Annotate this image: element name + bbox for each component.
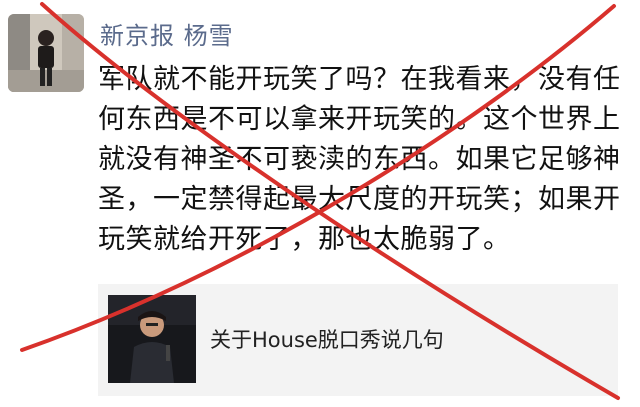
post-text-line: 就没有神圣不可亵渎的东西。如果它足够神: [98, 144, 621, 175]
shared-link-card[interactable]: 关于House脱口秀说几句: [98, 284, 618, 396]
link-title[interactable]: 关于House脱口秀说几句: [210, 324, 444, 354]
link-thumbnail: [108, 295, 196, 383]
post-text-line: 军队就不能开玩笑了吗？在我看来，没有任: [98, 64, 621, 95]
post-text-line: 玩笑就给开死了，那也太脆弱了。: [98, 224, 511, 255]
post-text-line: 圣，一定禁得起最大尺度的开玩笑；如果开: [98, 184, 621, 215]
weibo-post-card: 新京报 杨雪 军队就不能开玩笑了吗？在我看来，没有任 何东西是不可以拿来开玩笑的…: [0, 0, 640, 407]
author-avatar[interactable]: [8, 14, 84, 92]
post-text: 军队就不能开玩笑了吗？在我看来，没有任 何东西是不可以拿来开玩笑的。这个世界上 …: [98, 60, 634, 260]
author-name[interactable]: 新京报 杨雪: [100, 16, 234, 51]
post-text-line: 何东西是不可以拿来开玩笑的。这个世界上: [98, 104, 621, 135]
